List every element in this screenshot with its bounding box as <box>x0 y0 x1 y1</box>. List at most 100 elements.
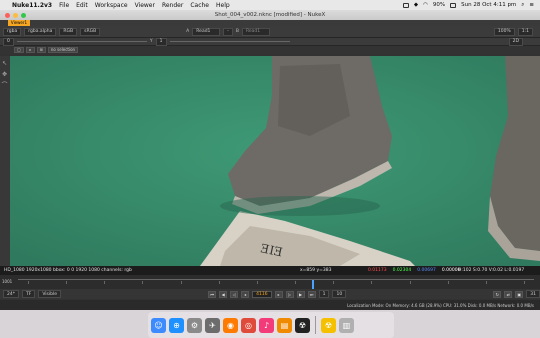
safari-icon[interactable]: ⊕ <box>169 317 184 333</box>
red-value: 0.01173 <box>368 268 387 273</box>
next-keyframe-button[interactable]: ▶ <box>296 290 305 298</box>
input-b-label: B <box>235 29 239 34</box>
transport-bar: 24* TF Visible ⏮ ◀ ◁ ◂ 4116 ▸ ▷ ▶ ⏭ 1 10… <box>0 289 540 299</box>
roi-bar: ▢ ▫ ⊞ no selection <box>0 46 540 54</box>
viewer-canvas[interactable]: ƎIƎ <box>10 56 540 266</box>
increment-field[interactable]: 10 <box>332 290 347 298</box>
timeline[interactable]: 1001 40844090409541004105411041154120412… <box>0 275 540 293</box>
viewer-info-bar: HD_1080 1920x1080 bbox: 0 0 1920 1080 ch… <box>0 266 540 275</box>
mac-dock: ☺ ⊕ ⚙ ✈ ◉ ◎ ♪ ▤ ☢ ☢ ▥ <box>148 312 394 338</box>
screen-icon[interactable] <box>402 2 409 8</box>
wifi-icon[interactable]: ◠ <box>423 2 428 8</box>
format-info: HD_1080 1920x1080 bbox: 0 0 1920 1080 ch… <box>4 268 132 273</box>
gamma-label: Y <box>149 39 153 44</box>
play-forward-button[interactable]: ▸ <box>274 290 283 298</box>
timeline-tick <box>142 281 144 284</box>
menu-render[interactable]: Render <box>162 2 183 9</box>
itunes-icon[interactable]: ♪ <box>259 317 274 333</box>
timeline-tick <box>371 281 373 284</box>
bounce-icon[interactable]: ⇄ <box>504 290 513 298</box>
exposure-field[interactable]: 0 <box>3 37 14 46</box>
timeline-tick <box>218 281 220 284</box>
nuke-icon[interactable]: ☢ <box>295 317 310 333</box>
launchpad-icon[interactable]: ✈ <box>205 317 220 333</box>
first-frame-button[interactable]: ⏮ <box>208 290 217 298</box>
menu-help[interactable]: Help <box>216 2 230 9</box>
menu-cache[interactable]: Cache <box>190 2 209 9</box>
menu-viewer[interactable]: Viewer <box>135 2 155 9</box>
viewer-image: ƎIƎ <box>10 56 540 266</box>
timeline-tick <box>524 281 525 284</box>
status-bar: Localization Mode: On Memory: 4.6 GB (28… <box>0 300 540 310</box>
gain-gamma-bar: 0 Y 1 2D <box>0 37 540 46</box>
fps-field[interactable]: 31 <box>526 290 540 298</box>
next-frame-button[interactable]: ▷ <box>285 290 294 298</box>
current-frame-field[interactable]: 4116 <box>252 290 272 298</box>
display-dropdown[interactable]: RGB <box>59 27 78 36</box>
gamma-slider[interactable] <box>169 41 290 42</box>
timeline-tick <box>180 281 182 284</box>
timeline-tick <box>104 281 106 284</box>
timeline-tick <box>333 281 335 284</box>
prev-keyframe-button[interactable]: ◀ <box>219 290 228 298</box>
battery-icon[interactable] <box>450 2 457 8</box>
tab-bar: Viewer1 <box>0 20 540 26</box>
timeline-track[interactable]: 4084409040954100410541104115412041254130… <box>18 279 534 293</box>
input-a-label: A <box>186 29 190 34</box>
menu-file[interactable]: File <box>59 2 69 9</box>
mac-menubar: Nuke11.2v3 File Edit Workspace Viewer Re… <box>0 0 540 10</box>
clock[interactable]: Sun 28 Oct 4:11 pm <box>461 2 516 8</box>
view-mode-dropdown[interactable]: 2D <box>508 37 523 46</box>
roi-dropdown[interactable]: no selection <box>47 47 79 53</box>
finder-icon[interactable]: ☺ <box>151 317 166 333</box>
dropbox-icon[interactable]: ◆ <box>414 2 418 8</box>
timeline-tick <box>66 281 68 284</box>
input-a-dropdown[interactable]: Read1 <box>192 27 221 36</box>
tab-viewer1[interactable]: Viewer1 <box>8 20 30 26</box>
battery-percent[interactable]: 90% <box>433 2 445 8</box>
transform-tool-icon[interactable]: ✥ <box>1 71 8 78</box>
ratio-dropdown[interactable]: 1:1 <box>517 27 533 36</box>
settings-icon[interactable]: ⚙ <box>187 317 202 333</box>
channels-dropdown[interactable]: rgba <box>3 27 22 36</box>
flipbook-icon[interactable]: ▣ <box>515 290 524 298</box>
wipe-mode-dropdown[interactable]: - <box>223 27 233 36</box>
gamma-field[interactable]: 1 <box>155 37 167 46</box>
timeline-tick <box>256 281 258 284</box>
timeframe-dropdown[interactable]: TF <box>21 290 36 298</box>
visible-dropdown[interactable]: Visible <box>38 290 62 298</box>
last-frame-button[interactable]: ⏭ <box>307 290 316 298</box>
firefox-icon[interactable]: ◉ <box>223 317 238 333</box>
exposure-slider[interactable] <box>16 41 147 42</box>
menu-app-name[interactable]: Nuke11.2v3 <box>12 2 52 9</box>
colorspace-dropdown[interactable]: sRGB <box>80 27 101 36</box>
dock-separator <box>315 316 316 334</box>
menu-workspace[interactable]: Workspace <box>95 2 128 9</box>
roi-icon[interactable]: ▢ <box>14 47 24 53</box>
select-tool-icon[interactable]: ↖ <box>1 60 8 67</box>
nukex-icon[interactable]: ☢ <box>321 317 336 333</box>
alpha-dropdown[interactable]: rgba.alpha <box>24 27 57 36</box>
step-field[interactable]: 1 <box>318 290 330 298</box>
pixel-aspect-icon[interactable]: ⊞ <box>36 47 46 53</box>
books-icon[interactable]: ▤ <box>277 317 292 333</box>
prev-frame-button[interactable]: ◁ <box>230 290 239 298</box>
proxy-icon[interactable]: ▫ <box>25 47 35 53</box>
menu-list-icon[interactable]: ≡ <box>529 2 534 8</box>
fps-dropdown[interactable]: 24* <box>3 290 19 298</box>
loop-icon[interactable]: ↻ <box>493 290 502 298</box>
menu-edit[interactable]: Edit <box>76 2 88 9</box>
viewer-toolbar: rgba rgba.alpha RGB sRGB A Read1 - B Rea… <box>0 26 540 38</box>
search-icon[interactable]: ⌕ <box>521 2 524 9</box>
window-title: Shot_004_v002.nknc [modified] - NukeX <box>214 12 326 18</box>
timeline-tick <box>447 281 449 284</box>
input-b-dropdown[interactable]: Read1 <box>241 27 270 36</box>
trash-icon[interactable]: ▥ <box>339 317 354 333</box>
play-back-button[interactable]: ◂ <box>241 290 250 298</box>
green-value: 0.02304 <box>392 268 412 273</box>
title-bar: Shot_004_v002.nknc [modified] - NukeX <box>0 10 540 20</box>
curve-tool-icon[interactable]: ⌒ <box>1 82 8 89</box>
chrome-icon[interactable]: ◎ <box>241 317 256 333</box>
timeline-tick <box>295 281 297 284</box>
zoom-dropdown[interactable]: 100% <box>493 27 515 36</box>
